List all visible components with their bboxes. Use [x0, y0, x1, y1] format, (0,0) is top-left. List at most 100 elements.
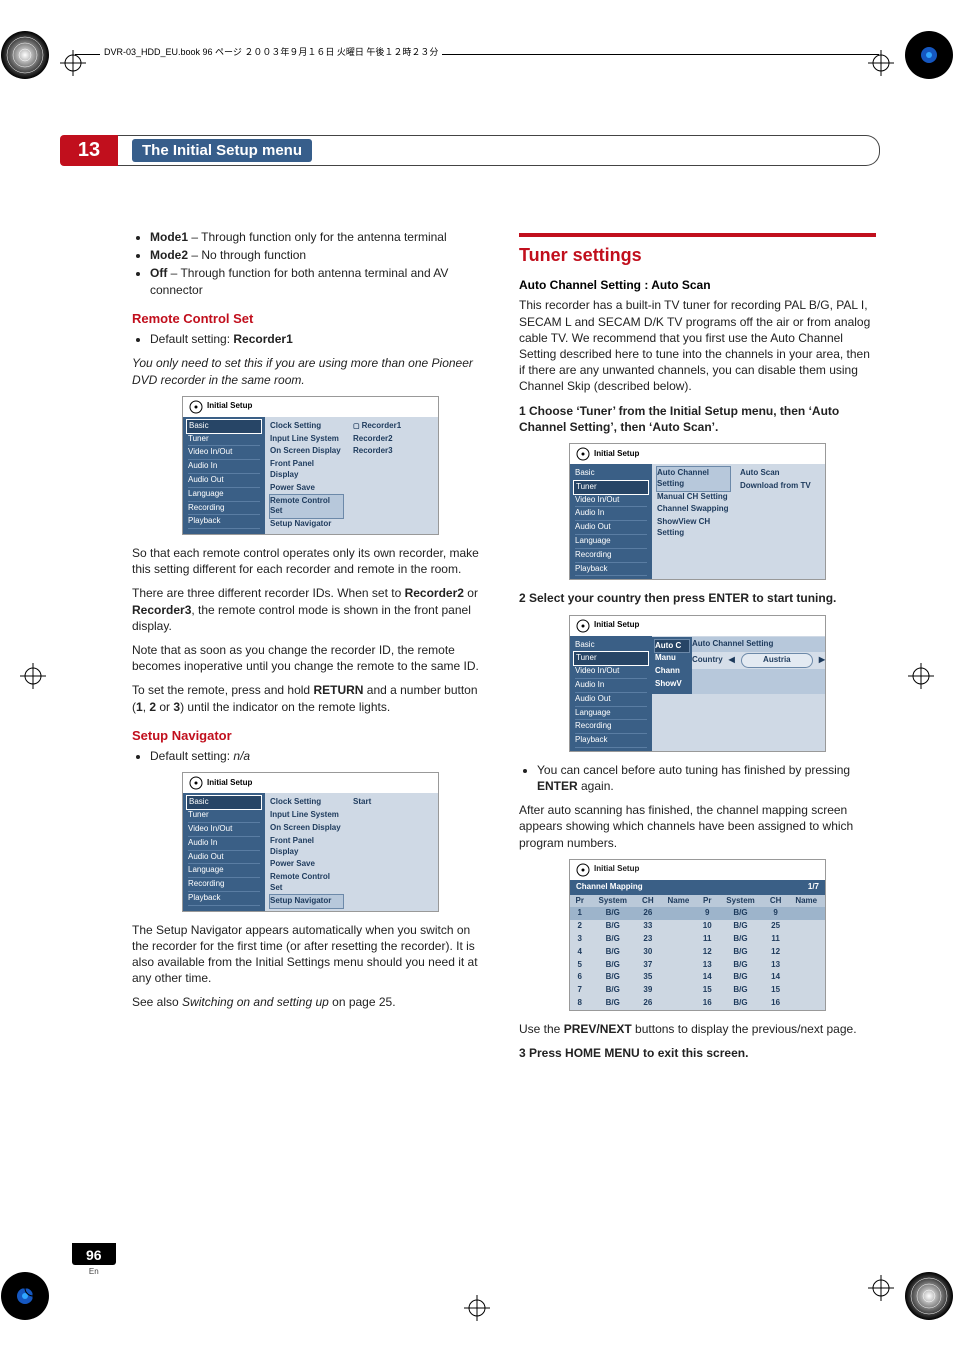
ui-sidebar-item[interactable]: Tuner [573, 651, 649, 666]
ui-option[interactable]: Auto Scan [740, 467, 820, 480]
ui-setting-item[interactable]: ShowV [655, 678, 689, 691]
td: B/G [717, 946, 764, 959]
ui-setting-item[interactable]: Manu [655, 652, 689, 665]
text: again. [578, 779, 614, 793]
ui-sidebar-item[interactable]: Tuner [573, 480, 649, 495]
ui-sidebar-item[interactable]: Audio Out [575, 521, 647, 535]
th: Pr [697, 895, 717, 908]
ui-setting-item[interactable]: Clock Setting [270, 796, 343, 809]
country-selector[interactable]: Country ◀ Austria ▶ [692, 652, 825, 669]
table-row[interactable]: 4B/G3012B/G12 [570, 946, 825, 959]
ui-titlebar: Initial Setup [570, 444, 825, 464]
register-mark [868, 1275, 894, 1301]
ui-option[interactable]: Recorder3 [353, 445, 433, 458]
ui-setting-item[interactable]: Auto Channel Setting [657, 467, 730, 491]
ui-sidebar-item[interactable]: Recording [575, 549, 647, 563]
ui-screenshot-remote-control-set: Initial Setup Basic Tuner Video In/Out A… [182, 396, 439, 535]
text: or [464, 586, 478, 600]
ui-option[interactable]: Recorder2 [353, 433, 433, 446]
default-lead: Default setting: [150, 332, 233, 346]
right-arrow-icon[interactable]: ▶ [819, 655, 825, 666]
ui-sidebar-item[interactable]: Playback [188, 892, 260, 906]
table-row[interactable]: 3B/G2311B/G11 [570, 933, 825, 946]
ui-setting-item[interactable]: Power Save [270, 482, 343, 495]
ui-sidebar-item[interactable]: Basic [186, 419, 262, 434]
ui-sidebar-item[interactable]: Audio In [188, 837, 260, 851]
heading-remote-control-set: Remote Control Set [132, 310, 489, 328]
ui-setting-item[interactable]: Remote Control Set [270, 871, 343, 895]
ui-setting-item[interactable]: Auto C [655, 640, 689, 653]
table-row[interactable]: 1B/G269B/G9 [570, 907, 825, 920]
td: B/G [589, 971, 636, 984]
ui-sidebar-item[interactable]: Recording [188, 502, 260, 516]
ui-sidebar-item[interactable]: Video In/Out [188, 446, 260, 460]
ui-setting-item[interactable]: Chann [655, 665, 689, 678]
table-row[interactable]: 5B/G3713B/G13 [570, 959, 825, 972]
table-row[interactable]: 2B/G3310B/G25 [570, 920, 825, 933]
ui-option[interactable]: Start [353, 796, 433, 809]
ui-sidebar-item[interactable]: Playback [575, 734, 647, 748]
ui-setting-item[interactable]: Channel Swapping [657, 503, 730, 516]
ui-setting-item[interactable]: Input Line System [270, 433, 343, 446]
ui-sidebar-item[interactable]: Tuner [188, 433, 260, 447]
td: 6 [570, 971, 589, 984]
td: 26 [636, 907, 660, 920]
td: B/G [589, 997, 636, 1010]
content-columns: Mode1 – Through function only for the an… [132, 225, 876, 1069]
ui-sidebar-item[interactable]: Basic [575, 639, 647, 653]
table-row[interactable]: 7B/G3915B/G15 [570, 984, 825, 997]
ui-setting-item[interactable]: Front Panel Display [270, 835, 343, 859]
ui-screenshot-channel-mapping: Initial Setup Channel Mapping 1/7 Pr Sys… [569, 859, 826, 1011]
ui-option[interactable]: Download from TV [740, 480, 820, 493]
ui-sidebar-item[interactable]: Language [575, 535, 647, 549]
table-row[interactable]: 6B/G3514B/G14 [570, 971, 825, 984]
ui-sidebar-item[interactable]: Language [575, 707, 647, 721]
ui-sidebar-item[interactable]: Audio Out [188, 474, 260, 488]
ui-setting-item[interactable]: Setup Navigator [270, 518, 343, 531]
td: 9 [697, 907, 717, 920]
td: 8 [570, 997, 589, 1010]
step-text: 2 Select your country then press ENTER t… [519, 590, 876, 606]
text: To set the remote, press and hold [132, 683, 313, 697]
ui-sidebar-item[interactable]: Recording [188, 878, 260, 892]
ui-setting-item[interactable]: Manual CH Setting [657, 491, 730, 504]
ui-sidebar-item[interactable]: Audio In [575, 679, 647, 693]
ui-setting-item[interactable]: On Screen Display [270, 822, 343, 835]
ui-option[interactable]: Recorder1 [353, 420, 433, 433]
ui-setting-item[interactable]: Input Line System [270, 809, 343, 822]
th: System [717, 895, 764, 908]
ui-setting-item[interactable]: Clock Setting [270, 420, 343, 433]
table-row[interactable]: 8B/G2616B/G16 [570, 997, 825, 1010]
ui-setting-item[interactable]: Setup Navigator [270, 895, 343, 908]
ui-sidebar-item[interactable]: Audio Out [575, 693, 647, 707]
ui-titlebar: Initial Setup [183, 397, 438, 417]
ui-setting-item[interactable]: Power Save [270, 858, 343, 871]
left-arrow-icon[interactable]: ◀ [729, 655, 735, 666]
ui-sidebar-item[interactable]: Video In/Out [575, 665, 647, 679]
ui-settings-col: Clock Setting Input Line System On Scree… [265, 793, 348, 910]
step-text: 1 Choose ‘Tuner’ from the Initial Setup … [519, 403, 876, 435]
ui-setting-item[interactable]: ShowView CH Setting [657, 516, 730, 540]
ui-sidebar-item[interactable]: Playback [188, 515, 260, 529]
td [787, 984, 825, 997]
ui-setting-item[interactable]: On Screen Display [270, 445, 343, 458]
ui-sidebar-item[interactable]: Language [188, 488, 260, 502]
ui-sidebar-item[interactable]: Audio In [575, 507, 647, 521]
ui-sidebar-item[interactable]: Tuner [188, 809, 260, 823]
ui-sidebar-item[interactable]: Language [188, 864, 260, 878]
ui-popup-title: Auto Channel Setting [692, 638, 825, 651]
ui-sidebar-item[interactable]: Video In/Out [188, 823, 260, 837]
heading-setup-navigator: Setup Navigator [132, 727, 489, 745]
ui-options-col: Auto Scan Download from TV [735, 464, 825, 579]
ui-setting-item[interactable]: Front Panel Display [270, 458, 343, 482]
ui-sidebar-item[interactable]: Audio In [188, 460, 260, 474]
ui-titlebar: Initial Setup [183, 773, 438, 793]
ui-sidebar-item[interactable]: Playback [575, 563, 647, 577]
ui-setting-item[interactable]: Remote Control Set [270, 495, 343, 519]
ui-sidebar-item[interactable]: Video In/Out [575, 494, 647, 508]
ui-sidebar-item[interactable]: Basic [575, 467, 647, 481]
td: B/G [589, 920, 636, 933]
ui-sidebar-item[interactable]: Audio Out [188, 851, 260, 865]
ui-sidebar-item[interactable]: Basic [186, 795, 262, 810]
ui-sidebar-item[interactable]: Recording [575, 720, 647, 734]
